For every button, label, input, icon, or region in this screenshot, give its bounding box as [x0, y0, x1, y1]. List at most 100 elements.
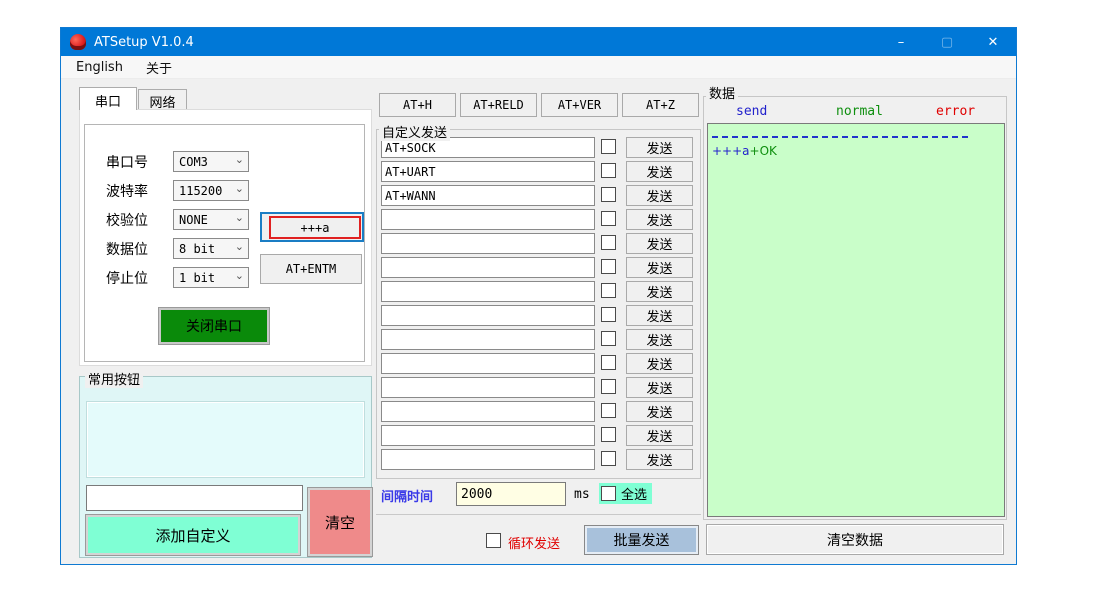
- custom-command-input[interactable]: [381, 185, 595, 206]
- select-all-checkbox[interactable]: [601, 486, 616, 501]
- serial-field-value: 8 bit: [179, 242, 215, 256]
- row-select-checkbox[interactable]: [601, 451, 616, 466]
- serial-field-dropdown[interactable]: 8 bit⌄: [173, 238, 249, 259]
- serial-field-value: 115200: [179, 184, 222, 198]
- batch-send-button[interactable]: 批量发送: [584, 525, 699, 555]
- menu-about[interactable]: 关于: [138, 56, 180, 79]
- row-send-button[interactable]: 发送: [626, 401, 693, 422]
- row-send-button[interactable]: 发送: [626, 329, 693, 350]
- row-select-checkbox[interactable]: [601, 283, 616, 298]
- log-line: +++a+OK: [712, 144, 777, 158]
- quick-cmd-atz-button[interactable]: AT+Z: [622, 93, 699, 117]
- custom-send-row: 发送: [381, 161, 696, 185]
- legend-normal: normal: [836, 104, 883, 119]
- serial-field-dropdown[interactable]: NONE ⌄: [173, 209, 249, 230]
- row-send-button[interactable]: 发送: [626, 449, 693, 470]
- clear-data-button[interactable]: 清空数据: [706, 524, 1004, 555]
- row-select-checkbox[interactable]: [601, 403, 616, 418]
- custom-command-input[interactable]: [381, 209, 595, 230]
- row-select-checkbox[interactable]: [601, 307, 616, 322]
- custom-command-input[interactable]: [381, 449, 595, 470]
- chevron-down-icon: ⌄: [235, 153, 244, 166]
- row-select-checkbox[interactable]: [601, 331, 616, 346]
- row-send-button[interactable]: 发送: [626, 161, 693, 182]
- tab-network[interactable]: 网络: [138, 89, 187, 110]
- minimize-button[interactable]: –: [878, 28, 924, 56]
- row-send-button[interactable]: 发送: [626, 137, 693, 158]
- app-window: ATSetup V1.0.4 – ▢ ✕ English 关于 串口 网络 串口…: [60, 27, 1017, 565]
- log-sent-text: +++a: [712, 144, 750, 158]
- select-all-wrap: 全选: [599, 483, 652, 504]
- data-log-area[interactable]: +++a+OK: [707, 123, 1005, 517]
- row-select-checkbox[interactable]: [601, 355, 616, 370]
- custom-send-row: 发送: [381, 257, 696, 281]
- row-select-checkbox[interactable]: [601, 139, 616, 154]
- custom-command-input[interactable]: [381, 281, 595, 302]
- custom-send-row: 发送: [381, 233, 696, 257]
- serial-field-value: NONE: [179, 213, 208, 227]
- log-separator: [712, 136, 968, 138]
- row-select-checkbox[interactable]: [601, 163, 616, 178]
- custom-send-row: 发送: [381, 305, 696, 329]
- entm-button[interactable]: AT+ENTM: [260, 254, 362, 284]
- serial-field-label: 数据位: [106, 239, 166, 259]
- custom-command-input[interactable]: [381, 401, 595, 422]
- plus-a-button[interactable]: +++a: [269, 216, 361, 239]
- title-bar: ATSetup V1.0.4 – ▢ ✕: [61, 28, 1016, 56]
- tab-serial[interactable]: 串口: [79, 87, 137, 110]
- serial-field-label: 停止位: [106, 268, 166, 288]
- row-send-button[interactable]: 发送: [626, 281, 693, 302]
- clear-common-button[interactable]: 清空: [308, 488, 372, 556]
- row-select-checkbox[interactable]: [601, 235, 616, 250]
- row-send-button[interactable]: 发送: [626, 377, 693, 398]
- legend-error: error: [936, 104, 975, 119]
- row-send-button[interactable]: 发送: [626, 353, 693, 374]
- row-select-checkbox[interactable]: [601, 259, 616, 274]
- loop-send-checkbox[interactable]: [486, 533, 501, 548]
- data-group-label: 数据: [706, 83, 738, 102]
- select-all-label: 全选: [621, 484, 647, 503]
- row-send-button[interactable]: 发送: [626, 209, 693, 230]
- menu-english[interactable]: English: [68, 58, 131, 77]
- row-select-checkbox[interactable]: [601, 427, 616, 442]
- legend-send: send: [736, 104, 767, 119]
- close-button[interactable]: ✕: [970, 28, 1016, 56]
- serial-field-label: 校验位: [106, 210, 166, 230]
- custom-name-input[interactable]: [86, 485, 303, 511]
- interval-input[interactable]: [456, 482, 566, 506]
- custom-command-input[interactable]: [381, 233, 595, 254]
- serial-field-dropdown[interactable]: 115200⌄: [173, 180, 249, 201]
- custom-command-input[interactable]: [381, 329, 595, 350]
- custom-command-input[interactable]: [381, 353, 595, 374]
- row-select-checkbox[interactable]: [601, 211, 616, 226]
- row-send-button[interactable]: 发送: [626, 257, 693, 278]
- row-send-button[interactable]: 发送: [626, 233, 693, 254]
- row-select-checkbox[interactable]: [601, 187, 616, 202]
- chevron-down-icon: ⌄: [235, 211, 244, 224]
- row-send-button[interactable]: 发送: [626, 425, 693, 446]
- chevron-down-icon: ⌄: [235, 269, 244, 282]
- window-title: ATSetup V1.0.4: [94, 35, 194, 50]
- quick-cmd-atreld-button[interactable]: AT+RELD: [460, 93, 537, 117]
- custom-command-input[interactable]: [381, 425, 595, 446]
- log-reply-text: +OK: [750, 144, 777, 158]
- custom-send-label: 自定义发送: [379, 122, 450, 141]
- add-custom-button[interactable]: 添加自定义: [86, 515, 300, 555]
- row-send-button[interactable]: 发送: [626, 185, 693, 206]
- serial-field-dropdown[interactable]: 1 bit⌄: [173, 267, 249, 288]
- quick-cmd-atver-button[interactable]: AT+VER: [541, 93, 618, 117]
- custom-command-input[interactable]: [381, 161, 595, 182]
- maximize-button[interactable]: ▢: [924, 28, 970, 56]
- row-send-button[interactable]: 发送: [626, 305, 693, 326]
- common-buttons-area: [86, 401, 365, 478]
- interval-unit-label: ms: [574, 487, 590, 502]
- serial-field-dropdown[interactable]: COM3⌄: [173, 151, 249, 172]
- custom-command-input[interactable]: [381, 305, 595, 326]
- quick-cmd-ath-button[interactable]: AT+H: [379, 93, 456, 117]
- row-select-checkbox[interactable]: [601, 379, 616, 394]
- common-buttons-label: 常用按钮: [85, 369, 143, 388]
- close-port-button[interactable]: 关闭串口: [159, 308, 269, 344]
- custom-send-row: 发送: [381, 353, 696, 377]
- custom-command-input[interactable]: [381, 257, 595, 278]
- custom-command-input[interactable]: [381, 377, 595, 398]
